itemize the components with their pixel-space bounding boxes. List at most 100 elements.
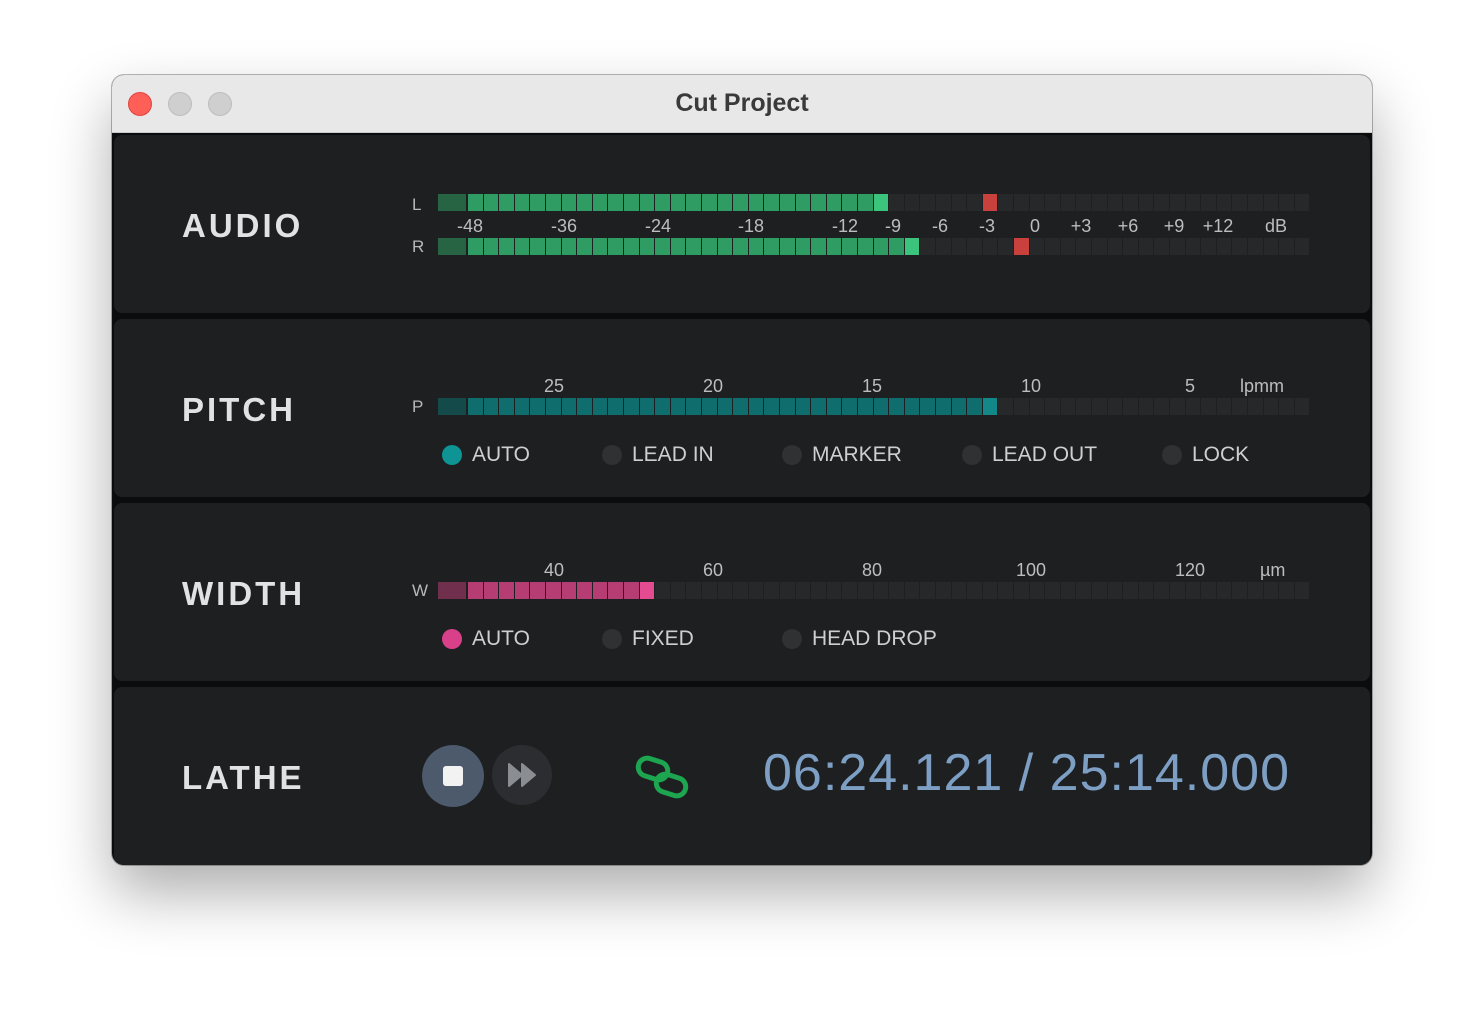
meter-segment bbox=[608, 194, 623, 211]
link-icon[interactable] bbox=[634, 755, 690, 799]
meter-segment bbox=[639, 194, 655, 211]
meter-segment bbox=[811, 582, 826, 599]
meter-segment bbox=[577, 582, 592, 599]
scale-tick-label: 100 bbox=[1015, 560, 1047, 580]
meter-segment bbox=[764, 194, 779, 211]
meter-segment bbox=[1092, 238, 1107, 255]
radio-indicator bbox=[1162, 445, 1182, 465]
scale-tick-label: 10 bbox=[1020, 376, 1042, 396]
meter-segment bbox=[1201, 398, 1216, 415]
scale-tick-label: -24 bbox=[644, 216, 672, 236]
meter-segment bbox=[1123, 238, 1138, 255]
meter-segment bbox=[1014, 582, 1029, 599]
meter-segment bbox=[592, 238, 608, 255]
mode-label: MARKER bbox=[812, 443, 902, 466]
meter-segment bbox=[889, 194, 904, 211]
meter-segment bbox=[499, 398, 514, 415]
meter-segment bbox=[936, 398, 951, 415]
audio-unit-label: dB bbox=[1265, 216, 1288, 236]
meter-segment bbox=[1045, 238, 1060, 255]
meter-segment bbox=[438, 238, 466, 255]
meter-segment bbox=[1279, 194, 1294, 211]
meter-segment bbox=[748, 238, 764, 255]
meter-segment bbox=[655, 238, 670, 255]
meter-segment bbox=[951, 238, 967, 255]
meter-segment bbox=[858, 582, 873, 599]
meter-segment bbox=[546, 582, 561, 599]
meter-segment bbox=[483, 194, 499, 211]
stop-button[interactable] bbox=[422, 745, 484, 807]
pitch-channel-label: P bbox=[412, 397, 424, 416]
meter-segment bbox=[1263, 582, 1279, 599]
meter-segment bbox=[438, 194, 466, 211]
meter-segment bbox=[639, 582, 655, 599]
meter-segment bbox=[608, 238, 623, 255]
meter-segment bbox=[1279, 582, 1294, 599]
meter-segment bbox=[514, 238, 530, 255]
meter-segment bbox=[624, 194, 639, 211]
meter-segment bbox=[717, 194, 733, 211]
scale-tick-label: -36 bbox=[550, 216, 578, 236]
meter-segment bbox=[873, 398, 889, 415]
radio-indicator bbox=[962, 445, 982, 465]
meter-segment bbox=[702, 194, 717, 211]
meter-segment bbox=[748, 398, 764, 415]
meter-segment bbox=[1076, 238, 1091, 255]
meter-segment bbox=[1029, 398, 1045, 415]
meter-segment bbox=[686, 582, 701, 599]
audio-panel: AUDIO L -48 -36 -24 -18 -12 -9 -6 -3 0 +3 +6 +9 +12 … bbox=[114, 135, 1370, 313]
meter-segment bbox=[826, 582, 842, 599]
meter-segment bbox=[1045, 398, 1060, 415]
title-bar: Cut Project bbox=[112, 75, 1372, 133]
meter-segment bbox=[873, 582, 889, 599]
meter-segment bbox=[1170, 238, 1185, 255]
meter-segment bbox=[1232, 194, 1247, 211]
meter-segment bbox=[438, 398, 466, 415]
fast-forward-button[interactable] bbox=[492, 745, 552, 805]
meter-segment bbox=[1076, 194, 1091, 211]
meter-segment bbox=[483, 582, 499, 599]
meter-segment bbox=[780, 194, 795, 211]
audio-meter-left bbox=[438, 194, 1310, 211]
meter-segment bbox=[795, 398, 811, 415]
mode-label: LOCK bbox=[1192, 443, 1250, 466]
meter-segment bbox=[639, 238, 655, 255]
meter-segment bbox=[530, 194, 545, 211]
scale-tick-label: -12 bbox=[831, 216, 859, 236]
meter-segment bbox=[1154, 582, 1169, 599]
radio-indicator bbox=[602, 445, 622, 465]
meter-segment bbox=[904, 582, 920, 599]
meter-segment bbox=[733, 398, 748, 415]
meter-segment bbox=[608, 398, 623, 415]
radio-indicator bbox=[602, 629, 622, 649]
scale-tick-label: 25 bbox=[543, 376, 565, 396]
width-unit-label: µm bbox=[1260, 560, 1286, 580]
meter-segment bbox=[936, 582, 951, 599]
meter-segment bbox=[639, 398, 655, 415]
scale-tick-label: 120 bbox=[1174, 560, 1206, 580]
meter-segment bbox=[733, 238, 748, 255]
meter-segment bbox=[1201, 194, 1216, 211]
window-title: Cut Project bbox=[675, 89, 809, 117]
mode-label: HEAD DROP bbox=[812, 627, 937, 650]
meter-segment bbox=[951, 194, 967, 211]
meter-segment bbox=[1107, 398, 1123, 415]
meter-segment bbox=[904, 194, 920, 211]
meter-segment bbox=[842, 398, 857, 415]
scale-tick-label: 60 bbox=[702, 560, 724, 580]
meter-segment bbox=[608, 582, 623, 599]
scale-tick-label: +9 bbox=[1163, 216, 1185, 236]
meter-segment bbox=[577, 194, 592, 211]
mode-label: LEAD IN bbox=[632, 443, 714, 466]
meter-segment bbox=[1216, 582, 1232, 599]
meter-segment bbox=[1263, 194, 1279, 211]
meter-segment bbox=[592, 398, 608, 415]
scale-tick-label: -3 bbox=[978, 216, 996, 236]
meter-segment bbox=[873, 238, 889, 255]
mode-label: LEAD OUT bbox=[992, 443, 1098, 466]
audio-title: AUDIO bbox=[182, 207, 304, 244]
meter-segment bbox=[702, 238, 717, 255]
meter-segment bbox=[1029, 194, 1045, 211]
meter-segment bbox=[795, 582, 811, 599]
meter-segment bbox=[1123, 582, 1138, 599]
